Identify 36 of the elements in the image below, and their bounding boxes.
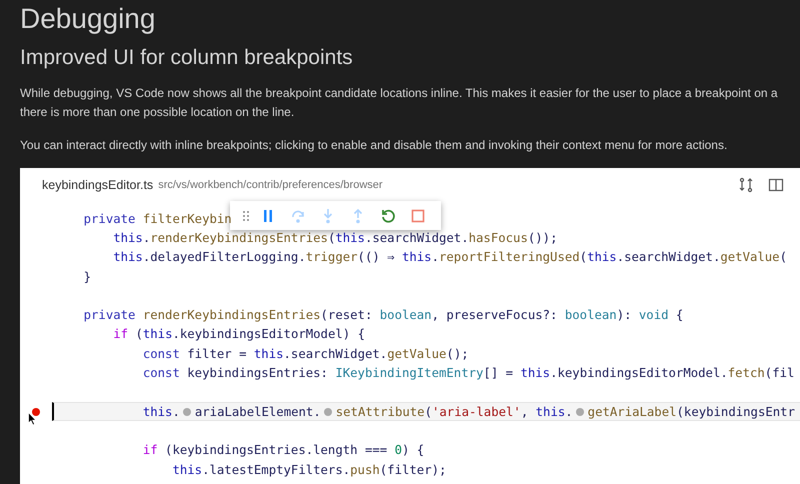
code-token: .	[565, 404, 573, 419]
step-over-icon	[290, 208, 306, 224]
code-token: .	[172, 404, 180, 419]
file-name[interactable]: keybindingsEditor.ts	[42, 178, 154, 192]
code-line: if (this.keybindingsEditorModel) {	[112, 327, 365, 342]
code-line: if (keybindingsEntries.length === 0) {	[142, 443, 424, 458]
breakpoint-dot[interactable]	[32, 408, 40, 416]
code-line: private filterKeybin	[82, 212, 232, 226]
paragraph: You can interact directly with inline breakpoints; clicking to enable and disable them and invoking their context menu for more actions.	[20, 137, 728, 154]
grip-icon[interactable]	[242, 210, 250, 222]
page-heading: Debugging	[20, 2, 156, 36]
code-line: this.delayedFilterLogging.trigger(() ⇒ this.reportFilteringUsed(this.searchWidget.getValue(	[112, 250, 787, 264]
code-token: ariaLabelElement.	[194, 404, 321, 419]
code-line: const keybindingsEntries: IKeybindingItemEntry[] = this.keybindingsEditorModel.fetch(fil	[142, 366, 794, 380]
mouse-pointer-icon	[28, 412, 37, 426]
file-path: src/vs/workbench/contrib/preferences/browser	[158, 179, 383, 191]
code-token: this	[142, 404, 172, 419]
paragraph: While debugging, VS Code now shows all the breakpoint candidate locations inline. This makes it easier for the user to place a breakpoint on a there is more than one possible location on the line.	[20, 85, 779, 121]
restart-icon	[380, 208, 396, 224]
code-token: this	[536, 404, 566, 419]
split-editor-icon[interactable]	[768, 177, 784, 193]
code-line: this.renderKeybindingsEntries(this.searchWidget.hasFocus());	[112, 230, 558, 245]
code-line: this.latestEmptyFilters.push(filter);	[171, 462, 446, 476]
code-token: ,	[520, 404, 530, 419]
code-token: getAriaLabel	[588, 404, 677, 419]
stop-icon	[411, 208, 425, 222]
code-token: 'aria-label'	[432, 404, 521, 419]
code-token: setAttribute	[336, 404, 425, 419]
code-line: private renderKeybindingsEntries(reset: boolean, preserveFocus?: boolean): void {	[82, 308, 684, 322]
code-token: (	[424, 404, 432, 419]
section-heading: Improved UI for column breakpoints	[20, 45, 354, 71]
code-line: }	[82, 270, 92, 284]
pause-icon	[262, 208, 274, 222]
code-line: const filter = this.searchWidget.getValue();	[142, 346, 469, 361]
code-token: (keybindingsEntr	[676, 404, 795, 419]
compare-changes-icon[interactable]	[738, 177, 754, 193]
